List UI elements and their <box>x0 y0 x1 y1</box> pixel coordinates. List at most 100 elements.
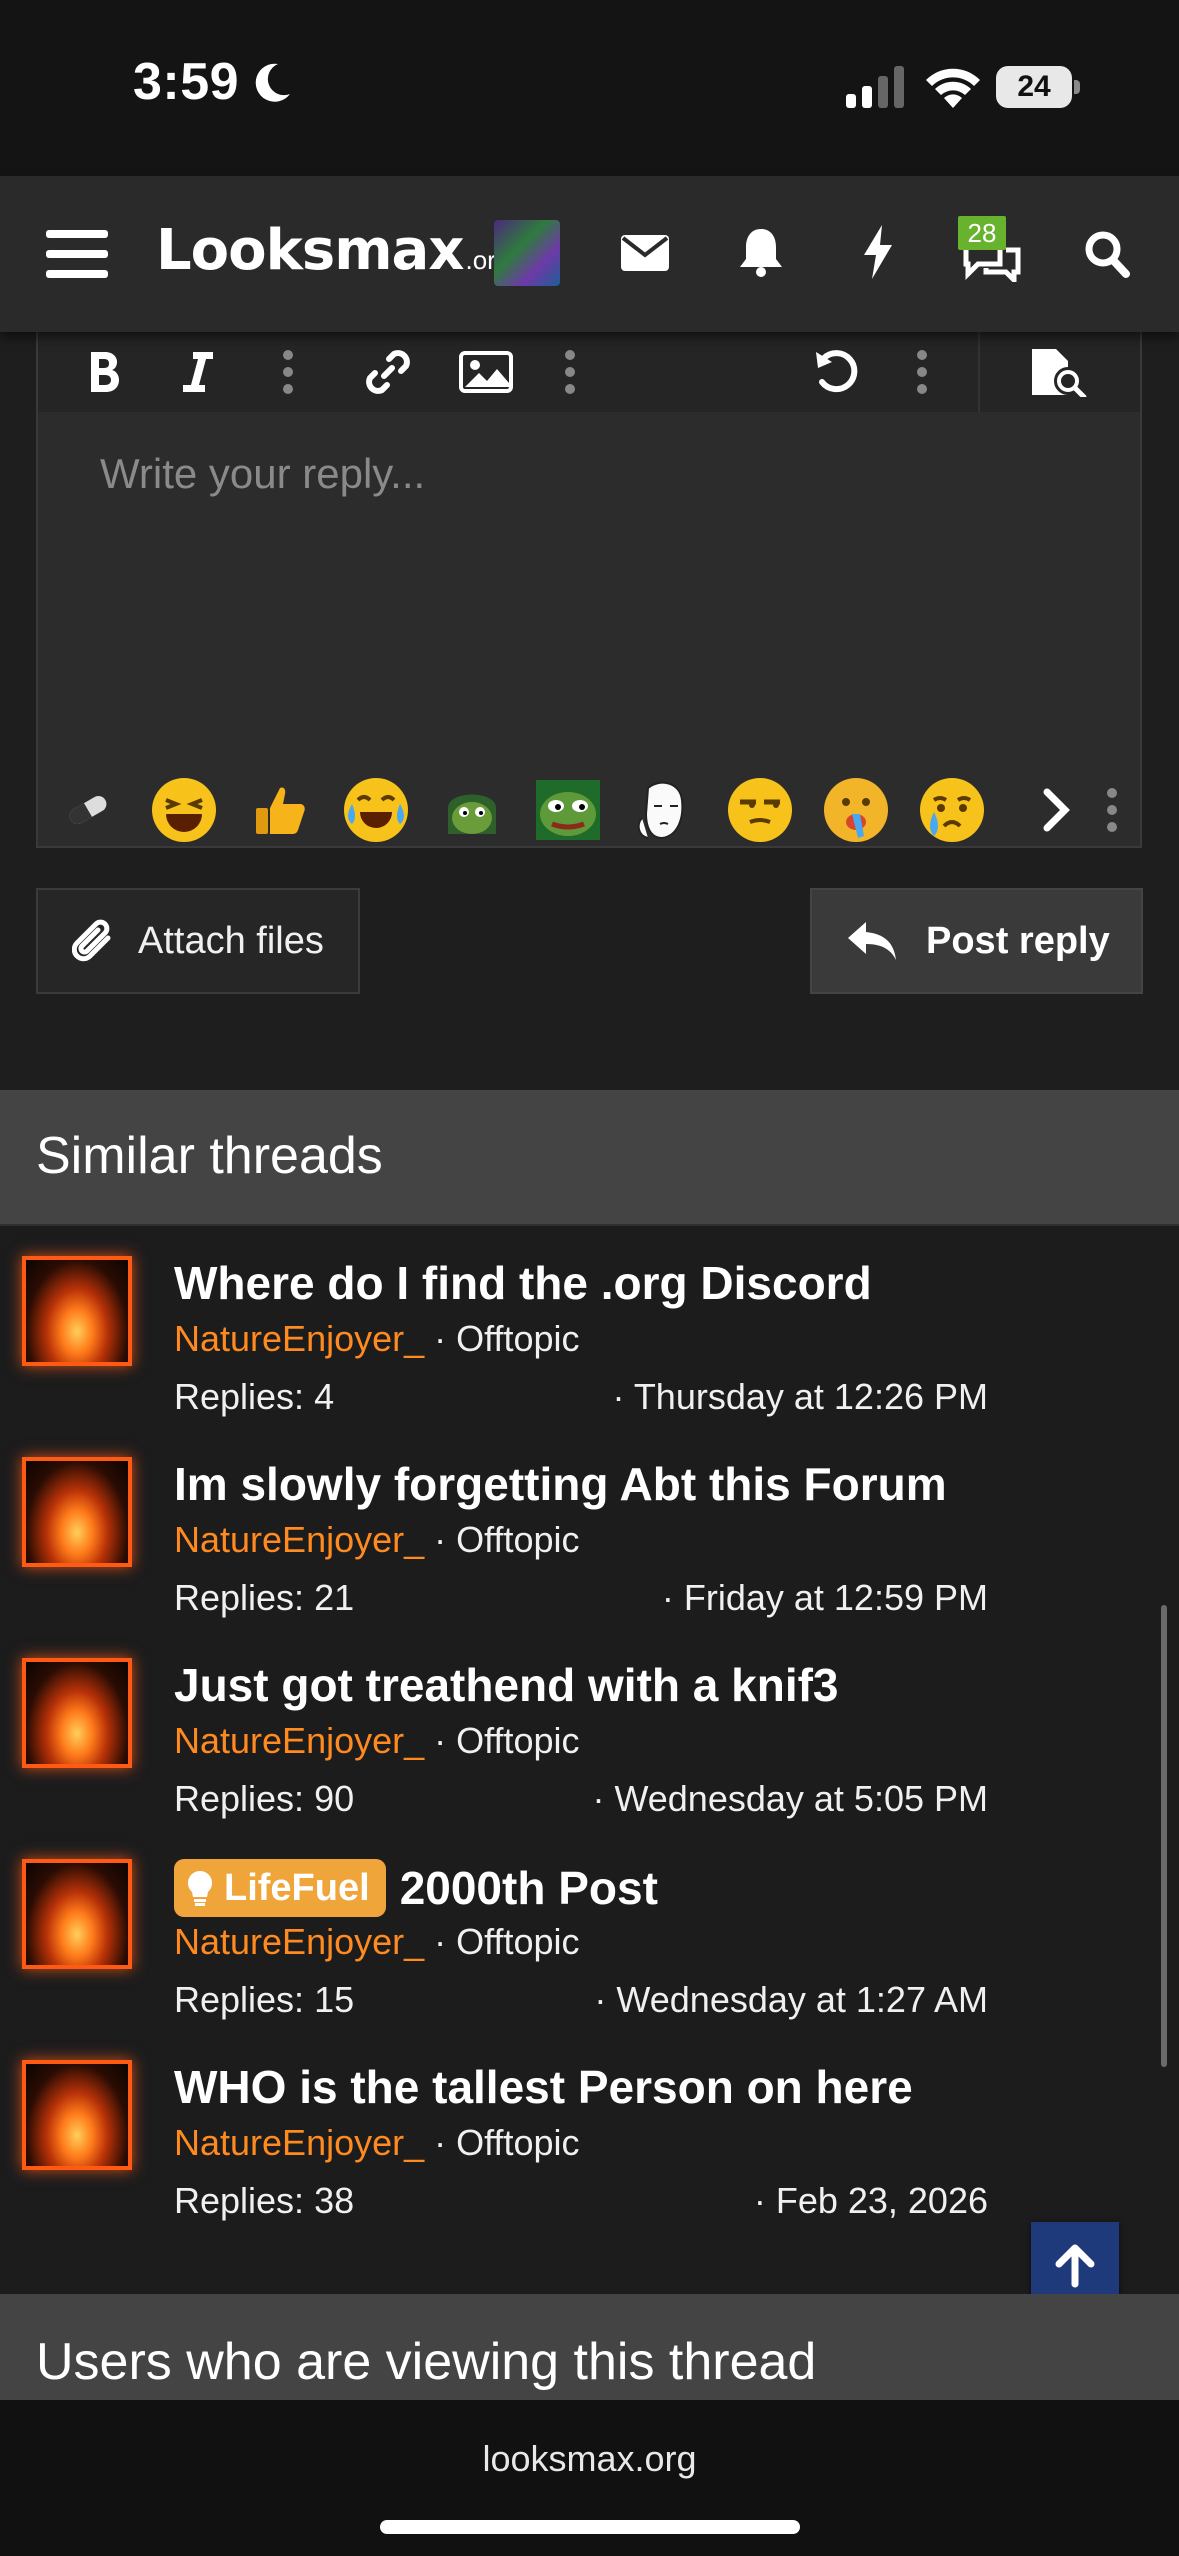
thread-title[interactable]: WHO is the tallest Person on here <box>174 2060 913 2114</box>
reply-placeholder: Write your reply... <box>100 450 426 497</box>
thread-date: · Feb 23, 2026 <box>753 2180 988 2221</box>
thread-replies: Replies: 15 <box>174 1979 355 2020</box>
thread-item[interactable]: Where do I find the .org Discord NatureE… <box>0 1242 1179 1442</box>
thread-item[interactable]: Im slowly forgetting Abt this Forum Natu… <box>0 1443 1179 1643</box>
more-icon[interactable] <box>1102 778 1122 842</box>
thread-meta: NatureEnjoyer_ · Offtopic <box>174 1519 580 1560</box>
attach-files-button[interactable]: Attach files <box>36 888 360 994</box>
thread-forum[interactable]: Offtopic <box>456 1318 579 1359</box>
thread-forum[interactable]: Offtopic <box>456 2122 579 2163</box>
thread-forum[interactable]: Offtopic <box>456 1921 579 1962</box>
status-bar: 3:59 24 <box>0 0 1179 176</box>
battery-level: 24 <box>1017 70 1051 103</box>
pill-emoji[interactable] <box>56 778 120 842</box>
thread-forum[interactable]: Offtopic <box>456 1720 579 1761</box>
arrow-up-icon <box>1055 2244 1095 2288</box>
thread-item[interactable]: LifeFuel 2000th Post NatureEnjoyer_ · Of… <box>0 1845 1179 2045</box>
thread-item[interactable]: Just got treathend with a knif3 NatureEn… <box>0 1644 1179 1844</box>
thread-date: · Wednesday at 1:27 AM <box>594 1979 988 2020</box>
user-avatar[interactable] <box>494 220 560 286</box>
post-reply-button[interactable]: Post reply <box>810 888 1143 994</box>
thread-author-avatar[interactable] <box>22 1457 132 1567</box>
thumbs-up-emoji[interactable] <box>248 778 312 842</box>
top-navigation: Looksmax .org 28 <box>0 176 1179 332</box>
site-logo[interactable]: Looksmax .org <box>156 218 510 288</box>
post-reply-label: Post reply <box>926 919 1110 962</box>
crying-emoji[interactable] <box>920 778 984 842</box>
thread-item[interactable]: WHO is the tallest Person on here Nature… <box>0 2046 1179 2246</box>
url-label[interactable]: looksmax.org <box>0 2438 1179 2480</box>
link-icon[interactable] <box>360 342 416 402</box>
logo-text: Looksmax <box>156 218 464 283</box>
thread-title-row: LifeFuel 2000th Post <box>174 1859 658 1917</box>
thread-author-avatar[interactable] <box>22 1658 132 1768</box>
thread-date: · Wednesday at 5:05 PM <box>592 1778 988 1819</box>
page-scrollbar[interactable] <box>1161 1605 1167 2067</box>
thread-title[interactable]: Im slowly forgetting Abt this Forum <box>174 1457 947 1511</box>
thread-author-avatar[interactable] <box>22 2060 132 2170</box>
toolbar-divider <box>978 332 980 412</box>
image-icon[interactable] <box>456 342 516 402</box>
thread-forum[interactable]: Offtopic <box>456 1519 579 1560</box>
editor-toolbar <box>38 332 1140 412</box>
similar-threads-header: Similar threads <box>0 1090 1179 1226</box>
battery-icon: 24 <box>996 66 1080 108</box>
bold-icon[interactable] <box>84 342 124 402</box>
signal-icon <box>846 66 904 108</box>
reply-icon <box>848 922 896 960</box>
home-indicator[interactable] <box>380 2520 800 2534</box>
thread-author[interactable]: NatureEnjoyer_ <box>174 1318 424 1359</box>
menu-icon[interactable] <box>46 226 108 282</box>
users-viewing-title: Users who are viewing this thread <box>36 2333 817 2391</box>
crying-laughing-emoji[interactable] <box>344 778 408 842</box>
chevron-right-icon[interactable] <box>1024 778 1088 842</box>
prefix-label: LifeFuel <box>224 1866 370 1909</box>
wojak-emoji[interactable] <box>632 778 696 842</box>
users-viewing-header: Users who are viewing this thread <box>0 2294 1179 2400</box>
thread-replies: Replies: 90 <box>174 1778 355 1819</box>
more-icon[interactable] <box>278 342 298 402</box>
paperclip-icon <box>72 919 111 962</box>
thread-date: · Friday at 12:59 PM <box>661 1577 988 1618</box>
thread-author[interactable]: NatureEnjoyer_ <box>174 1519 424 1560</box>
more-icon[interactable] <box>912 342 932 402</box>
thread-author[interactable]: NatureEnjoyer_ <box>174 1921 424 1962</box>
status-time: 3:59 <box>133 53 240 111</box>
thread-meta: NatureEnjoyer_ · Offtopic <box>174 2122 580 2163</box>
thread-author[interactable]: NatureEnjoyer_ <box>174 2122 424 2163</box>
search-icon[interactable] <box>1082 228 1132 280</box>
lifefuel-prefix-badge[interactable]: LifeFuel <box>174 1859 386 1917</box>
mail-icon[interactable] <box>618 228 672 278</box>
moon-icon <box>255 63 290 102</box>
reply-editor: Write your reply... <box>36 332 1142 848</box>
similar-threads-title: Similar threads <box>36 1127 383 1185</box>
attach-files-label: Attach files <box>138 919 324 962</box>
italic-icon[interactable] <box>178 342 218 402</box>
thread-title[interactable]: 2000th Post <box>400 1861 658 1915</box>
unamused-emoji[interactable] <box>728 778 792 842</box>
pepe-hood-emoji[interactable] <box>440 778 504 842</box>
bell-icon[interactable] <box>736 224 786 280</box>
wifi-icon <box>926 68 980 108</box>
laughing-emoji[interactable] <box>152 778 216 842</box>
thread-author-avatar[interactable] <box>22 1256 132 1366</box>
thread-meta: NatureEnjoyer_ · Offtopic <box>174 1318 580 1359</box>
thread-title[interactable]: Just got treathend with a knif3 <box>174 1658 839 1712</box>
thread-date: · Thursday at 12:26 PM <box>612 1376 988 1417</box>
thread-replies: Replies: 21 <box>174 1577 355 1618</box>
thread-replies: Replies: 38 <box>174 2180 355 2221</box>
bolt-icon[interactable] <box>858 222 898 282</box>
undo-icon[interactable] <box>808 342 864 402</box>
preview-icon[interactable] <box>1028 342 1092 402</box>
sick-emoji[interactable] <box>824 778 888 842</box>
thread-title[interactable]: Where do I find the .org Discord <box>174 1256 872 1310</box>
browser-bottom-bar: looksmax.org <box>0 2400 1179 2556</box>
thread-meta: NatureEnjoyer_ · Offtopic <box>174 1720 580 1761</box>
conversations-badge: 28 <box>958 216 1006 250</box>
thread-meta: NatureEnjoyer_ · Offtopic <box>174 1921 580 1962</box>
pepe-emoji[interactable] <box>536 778 600 842</box>
thread-author-avatar[interactable] <box>22 1859 132 1969</box>
emoji-bar <box>38 752 1140 848</box>
more-icon[interactable] <box>560 342 580 402</box>
thread-author[interactable]: NatureEnjoyer_ <box>174 1720 424 1761</box>
